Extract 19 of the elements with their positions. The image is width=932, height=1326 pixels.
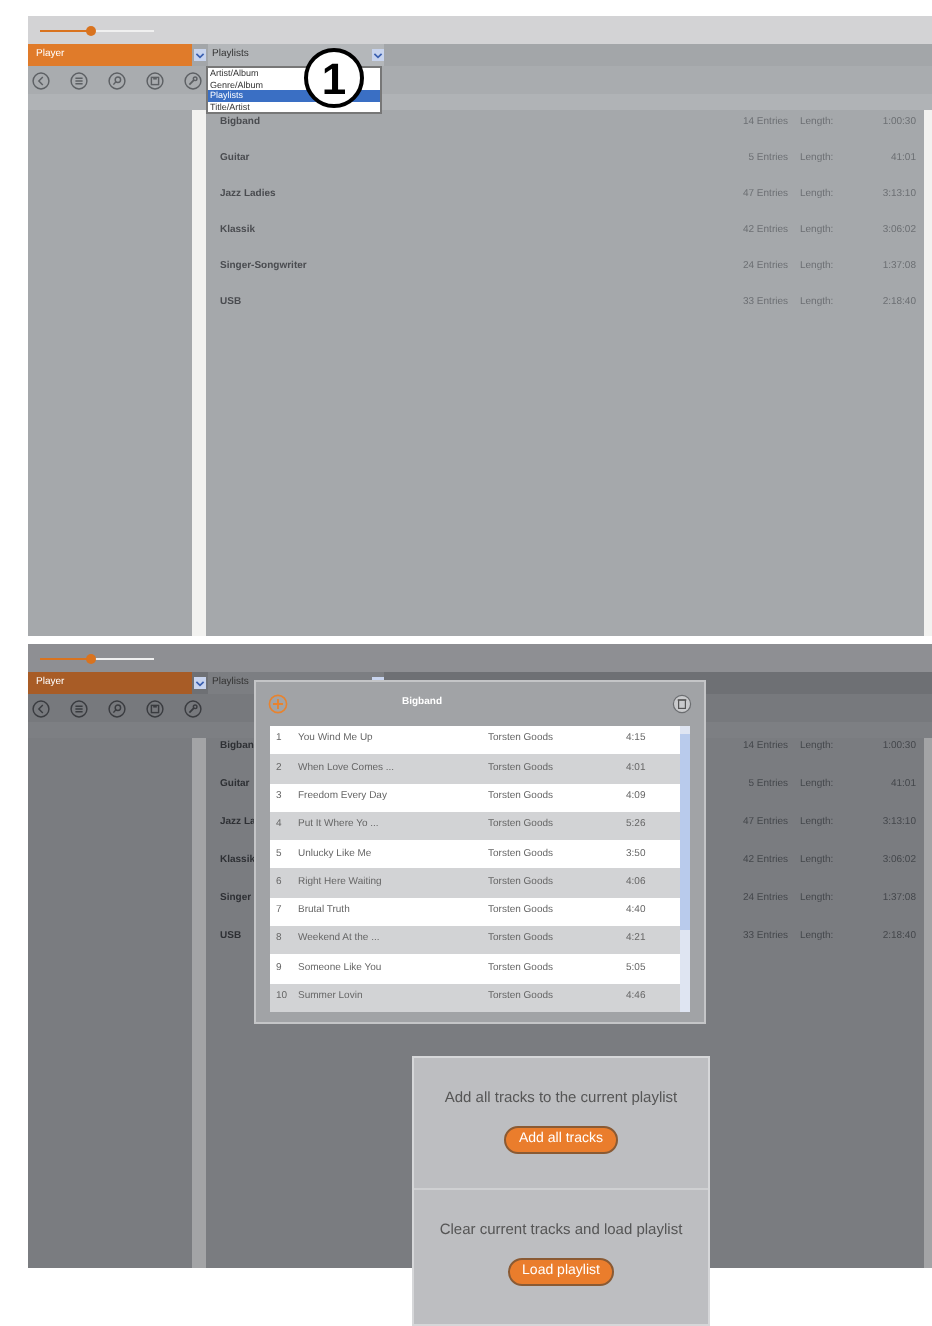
slider-thumb[interactable] — [86, 653, 97, 663]
search-icon[interactable] — [108, 699, 126, 717]
wrench-icon[interactable] — [184, 699, 202, 717]
list-icon[interactable] — [70, 699, 88, 717]
back-icon[interactable] — [32, 71, 50, 89]
chevron-icon[interactable] — [194, 46, 206, 64]
scrollbar[interactable] — [192, 738, 206, 1268]
search-icon[interactable] — [108, 71, 126, 89]
chevron-icon[interactable] — [194, 674, 206, 692]
scrollbar[interactable] — [680, 726, 690, 1012]
chevron-icon[interactable] — [372, 46, 384, 64]
disk-icon[interactable] — [146, 699, 164, 717]
list-icon[interactable] — [70, 71, 88, 89]
scrollbar[interactable] — [192, 110, 206, 636]
trash-icon[interactable] — [672, 694, 692, 714]
slider-thumb[interactable] — [86, 25, 97, 35]
wrench-icon[interactable] — [184, 71, 202, 89]
disk-icon[interactable] — [146, 71, 164, 89]
back-icon[interactable] — [32, 699, 50, 717]
